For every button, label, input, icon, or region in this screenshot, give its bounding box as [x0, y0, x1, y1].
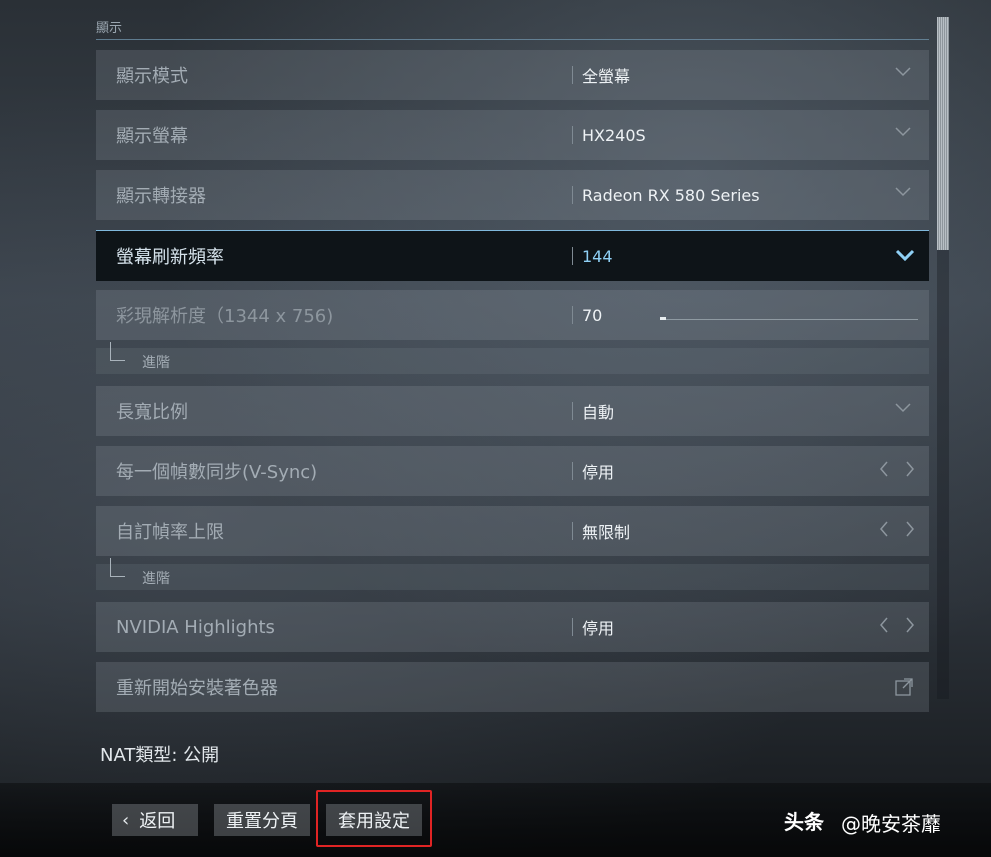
scrollbar[interactable] [937, 17, 949, 699]
external-link-icon[interactable] [895, 678, 913, 696]
divider [572, 522, 573, 540]
watermark-brand: 头条 [784, 810, 824, 834]
setting-row-reinstall-shaders[interactable]: 重新開始安裝著色器 [96, 662, 929, 712]
setting-label: 彩現解析度（1344 x 756) [116, 306, 334, 327]
chevron-down-icon[interactable] [895, 403, 911, 413]
setting-value: Radeon RX 580 Series [582, 185, 760, 205]
nat-type: NAT類型: 公開 [100, 745, 220, 766]
chevron-left-icon: ‹ [122, 809, 130, 831]
setting-row-display-monitor[interactable]: 顯示螢幕 HX240S [96, 110, 929, 160]
watermark-handle: @晚安茶蘼 [841, 812, 941, 836]
option-arrows [879, 521, 915, 537]
back-button[interactable]: ‹ 返回 [112, 804, 198, 836]
setting-label: 自訂幀率上限 [116, 522, 224, 543]
setting-value: 停用 [582, 463, 615, 482]
divider [572, 306, 573, 324]
advanced-label: 進階 [142, 571, 170, 587]
divider [572, 126, 573, 144]
divider [572, 462, 573, 480]
setting-row-vsync[interactable]: 每一個幀數同步(V-Sync) 停用 [96, 446, 929, 496]
divider [572, 402, 573, 420]
setting-value: 無限制 [582, 523, 631, 542]
setting-row-display-mode[interactable]: 顯示模式 全螢幕 [96, 50, 929, 100]
setting-value: HX240S [582, 125, 646, 145]
resolution-slider-handle[interactable] [660, 317, 666, 320]
chevron-down-icon[interactable] [895, 187, 911, 197]
highlight-box [316, 790, 432, 847]
setting-label: 顯示轉接器 [116, 186, 206, 207]
scrollbar-thumb[interactable] [937, 17, 949, 250]
chevron-right-icon[interactable] [905, 461, 915, 477]
setting-row-aspect-ratio[interactable]: 長寬比例 自動 [96, 386, 929, 436]
chevron-right-icon[interactable] [905, 617, 915, 633]
setting-label: 重新開始安裝著色器 [116, 678, 278, 699]
divider [572, 66, 573, 84]
setting-value: 全螢幕 [582, 67, 631, 86]
chevron-right-icon[interactable] [905, 521, 915, 537]
setting-label: 顯示螢幕 [116, 126, 188, 147]
setting-label: 顯示模式 [116, 66, 188, 87]
chevron-down-icon[interactable] [895, 127, 911, 137]
chevron-left-icon[interactable] [879, 461, 889, 477]
advanced-subrow[interactable]: 進階 [96, 342, 929, 374]
chevron-left-icon[interactable] [879, 617, 889, 633]
setting-value: 144 [582, 246, 613, 266]
setting-row-render-resolution[interactable]: 彩現解析度（1344 x 756) 70 [96, 290, 929, 340]
chevron-down-icon[interactable] [895, 67, 911, 77]
divider [572, 247, 573, 265]
setting-row-nvidia-highlights[interactable]: NVIDIA Highlights 停用 [96, 602, 929, 652]
setting-label: 每一個幀數同步(V-Sync) [116, 462, 318, 483]
chevron-down-icon[interactable] [895, 249, 915, 261]
setting-value: 70 [582, 305, 603, 325]
setting-label: NVIDIA Highlights [116, 616, 275, 638]
setting-value: 停用 [582, 619, 615, 638]
setting-row-display-adapter[interactable]: 顯示轉接器 Radeon RX 580 Series [96, 170, 929, 220]
setting-row-refresh-rate[interactable]: 螢幕刷新頻率 144 [96, 230, 929, 281]
section-title: 顯示 [96, 21, 123, 36]
tree-connector [110, 342, 125, 361]
section-divider [96, 39, 929, 40]
setting-label: 螢幕刷新頻率 [116, 247, 224, 268]
option-arrows [879, 461, 915, 477]
setting-row-framerate-limit[interactable]: 自訂幀率上限 無限制 [96, 506, 929, 556]
resolution-slider-track[interactable] [662, 319, 918, 320]
chevron-left-icon[interactable] [879, 521, 889, 537]
setting-label: 長寬比例 [116, 402, 188, 423]
setting-value: 自動 [582, 403, 615, 422]
reset-tab-button[interactable]: 重置分頁 [214, 804, 310, 836]
option-arrows [879, 617, 915, 633]
reset-label: 重置分頁 [226, 811, 298, 832]
tree-connector [110, 558, 125, 577]
divider [572, 186, 573, 204]
advanced-subrow[interactable]: 進階 [96, 558, 929, 590]
advanced-label: 進階 [142, 355, 170, 371]
settings-panel: 顯示 顯示模式 全螢幕 顯示螢幕 HX240S 顯示轉接器 Radeon RX … [96, 0, 929, 712]
divider [572, 618, 573, 636]
back-label: 返回 [139, 811, 176, 832]
